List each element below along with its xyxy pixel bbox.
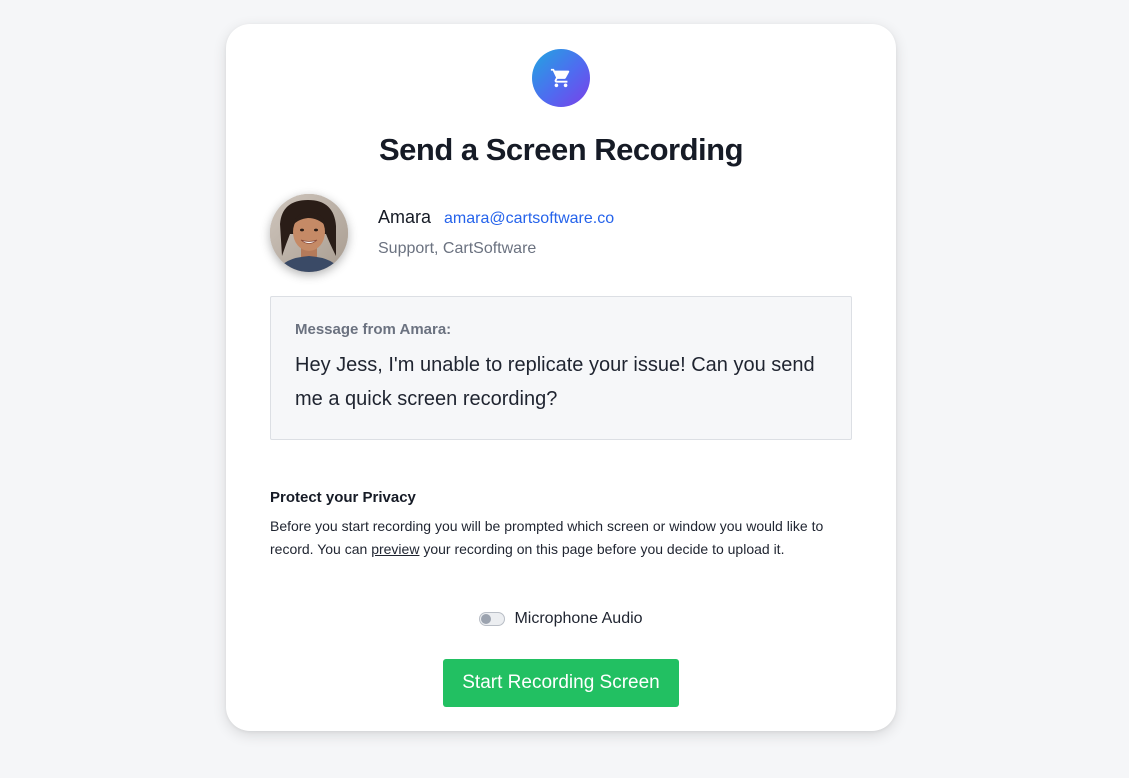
- avatar-photo: [270, 194, 348, 272]
- start-recording-button[interactable]: Start Recording Screen: [443, 659, 679, 707]
- message-label: Message from Amara:: [295, 321, 452, 338]
- sender-email-link[interactable]: amara@cartsoftware.co: [444, 210, 614, 227]
- sender-role: Support, CartSoftware: [378, 240, 537, 257]
- privacy-text: Before you start recording you will be p…: [270, 515, 860, 561]
- shopping-cart-icon: [550, 68, 570, 88]
- recording-request-card: Send a Screen Recording Amara amara@cart…: [226, 24, 896, 731]
- privacy-title: Protect your Privacy: [270, 489, 416, 506]
- sender-name: Amara: [378, 207, 432, 227]
- microphone-row: Microphone Audio: [226, 610, 896, 628]
- message-text: Hey Jess, I'm unable to replicate your i…: [295, 354, 815, 410]
- preview-link[interactable]: preview: [371, 541, 419, 557]
- microphone-toggle[interactable]: [479, 612, 506, 626]
- sender-info: Amara amara@cartsoftware.co: [378, 207, 614, 228]
- brand-logo: [532, 49, 590, 107]
- microphone-label: Microphone Audio: [514, 610, 643, 627]
- avatar: [270, 194, 348, 272]
- privacy-text-after: your recording on this page before you d…: [419, 541, 785, 557]
- message-box: Message from Amara: Hey Jess, I'm unable…: [270, 296, 852, 440]
- toggle-knob: [481, 614, 492, 624]
- page-title: Send a Screen Recording: [378, 132, 744, 167]
